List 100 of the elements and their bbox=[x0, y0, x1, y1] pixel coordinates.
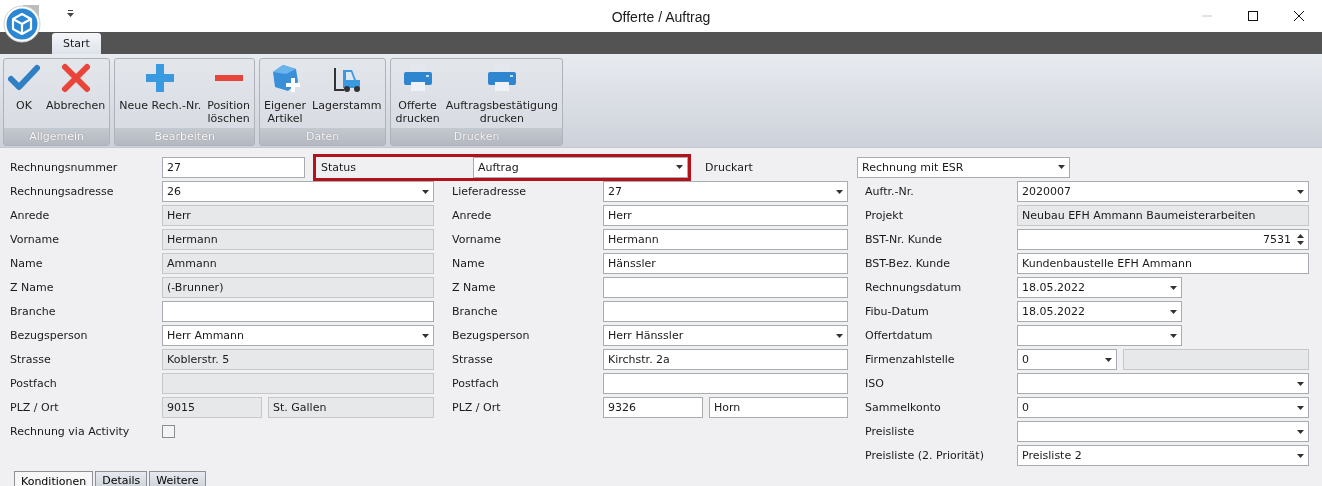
field-label: Strasse bbox=[452, 353, 494, 366]
ribbon-button[interactable]: Lagerstamm bbox=[309, 61, 385, 128]
read-only-field: Hermann bbox=[162, 229, 434, 250]
field-label: Vorname bbox=[452, 233, 502, 246]
field-label: Offertdatum bbox=[865, 329, 934, 342]
dropdown-caret-icon[interactable] bbox=[676, 165, 683, 169]
field-label: Preisliste (2. Priorität) bbox=[865, 449, 985, 462]
input-field[interactable]: 27 bbox=[162, 156, 305, 178]
dropdown-field[interactable]: Herr Hänssler bbox=[603, 325, 848, 346]
dropdown-caret-icon[interactable] bbox=[836, 333, 843, 338]
dropdown-field[interactable]: 2020007 bbox=[1017, 181, 1309, 202]
field-label: PLZ / Ort bbox=[452, 401, 502, 414]
read-only-field: Koblerstr. 5 bbox=[162, 349, 434, 370]
dropdown-caret-icon[interactable] bbox=[422, 189, 429, 194]
input-field[interactable] bbox=[603, 277, 848, 298]
ribbon-button[interactable]: Abbrechen bbox=[43, 61, 109, 128]
dropdown-field[interactable] bbox=[1017, 421, 1309, 442]
number-field[interactable]: 7531 bbox=[1017, 229, 1309, 250]
spinner-icon[interactable] bbox=[1297, 233, 1304, 246]
field-label: Preisliste bbox=[865, 425, 916, 438]
input-field[interactable]: Horn bbox=[709, 397, 848, 418]
quick-access-menu-icon[interactable] bbox=[67, 9, 74, 17]
tab[interactable]: Weitere bbox=[149, 471, 206, 486]
input-field[interactable]: Hermann bbox=[603, 229, 848, 250]
field-label: Anrede bbox=[452, 209, 493, 222]
field-label: Z Name bbox=[452, 281, 497, 294]
read-only-field: Herr bbox=[162, 205, 434, 226]
field-label: Branche bbox=[452, 305, 499, 318]
checkbox[interactable] bbox=[162, 425, 175, 438]
input-field[interactable]: 9326 bbox=[603, 397, 703, 418]
field-label: Bezugsperson bbox=[452, 329, 531, 342]
ribbon-button[interactable]: Eigener Artikel bbox=[261, 61, 310, 128]
plus-icon bbox=[144, 62, 177, 94]
dropdown-field[interactable]: 26 bbox=[162, 181, 434, 202]
tab[interactable]: Details bbox=[95, 471, 148, 486]
field-label: Branche bbox=[10, 305, 57, 318]
dropdown-caret-icon[interactable] bbox=[1297, 189, 1304, 194]
ribbon-button[interactable]: Offerte drucken bbox=[392, 61, 443, 128]
field-label: Rechnung via Activity bbox=[10, 425, 131, 438]
input-field[interactable] bbox=[162, 301, 434, 322]
dropdown-caret-icon[interactable] bbox=[1170, 285, 1177, 290]
dropdown-caret-icon[interactable] bbox=[422, 333, 429, 338]
field-label: Fibu-Datum bbox=[865, 305, 930, 318]
input-field[interactable]: Herr bbox=[603, 205, 848, 226]
group-label: Allgemein bbox=[29, 130, 85, 143]
dropdown-caret-icon[interactable] bbox=[1297, 429, 1304, 434]
field-label: Rechnungsnummer bbox=[10, 160, 119, 174]
field-label: Postfach bbox=[10, 377, 58, 390]
input-field[interactable] bbox=[603, 301, 848, 322]
dropdown-field[interactable]: 0 bbox=[1017, 397, 1309, 418]
date-field[interactable]: 18.05.2022 bbox=[1017, 277, 1182, 298]
dropdown-field[interactable]: 0 bbox=[1017, 349, 1117, 370]
input-field[interactable]: Kirchstr. 2a bbox=[603, 349, 848, 370]
cross-icon bbox=[59, 62, 92, 94]
dropdown-field[interactable]: Herr Ammann bbox=[162, 325, 434, 346]
field-label: BST-Bez. Kunde bbox=[865, 257, 952, 270]
dropdown-caret-icon[interactable] bbox=[836, 189, 843, 194]
dropdown-caret-icon[interactable] bbox=[1170, 309, 1177, 314]
field-label: Vorname bbox=[10, 233, 60, 246]
ribbon-tab[interactable]: Start bbox=[52, 33, 101, 54]
group-label: Daten bbox=[306, 130, 340, 143]
field-label: ISO bbox=[865, 377, 885, 390]
dropdown-field[interactable]: Rechnung mit ESR bbox=[857, 156, 1070, 178]
field-label: Name bbox=[10, 257, 44, 270]
dropdown-caret-icon[interactable] bbox=[1297, 453, 1304, 458]
dropdown-field[interactable] bbox=[1017, 373, 1309, 394]
field-label: Z Name bbox=[10, 281, 55, 294]
dropdown-field[interactable]: Preisliste 2 bbox=[1017, 445, 1309, 466]
tab[interactable]: Konditionen bbox=[14, 471, 94, 486]
group-label: Bearbeiten bbox=[154, 130, 215, 143]
dropdown-field[interactable]: Auftrag bbox=[473, 156, 688, 178]
dropdown-caret-icon[interactable] bbox=[1297, 405, 1304, 410]
read-only-field: Neubau EFH Ammann Baumeisterarbeiten bbox=[1017, 205, 1309, 226]
field-label: PLZ / Ort bbox=[10, 401, 60, 414]
dropdown-caret-icon[interactable] bbox=[1297, 381, 1304, 386]
field-label: Status bbox=[321, 160, 358, 174]
dropdown-caret-icon[interactable] bbox=[1105, 357, 1112, 362]
date-field[interactable]: 18.05.2022 bbox=[1017, 301, 1182, 322]
minus-icon bbox=[214, 75, 243, 81]
ribbon-button[interactable]: Auftragsbestätigung drucken bbox=[442, 61, 561, 128]
ribbon-button[interactable]: Neue Rech.-Nr. bbox=[116, 61, 205, 128]
field-label: Strasse bbox=[10, 353, 52, 366]
input-field[interactable] bbox=[603, 373, 848, 394]
dropdown-caret-icon[interactable] bbox=[1058, 165, 1065, 169]
field-label: Rechnungsdatum bbox=[865, 281, 963, 294]
input-field[interactable]: Kundenbaustelle EFH Ammann bbox=[1017, 253, 1309, 274]
dropdown-caret-icon[interactable] bbox=[1170, 333, 1177, 338]
field-label: Rechnungsadresse bbox=[10, 185, 115, 198]
group-label: Drucken bbox=[453, 130, 500, 143]
ribbon-button[interactable]: Position löschen bbox=[204, 61, 253, 128]
field-label: Auftr.-Nr. bbox=[865, 185, 915, 198]
ribbon-button[interactable]: OK bbox=[5, 61, 43, 128]
field-label: Sammelkonto bbox=[865, 401, 942, 414]
field-label: Name bbox=[452, 257, 486, 270]
field-label: BST-Nr. Kunde bbox=[865, 233, 944, 246]
input-field[interactable]: Hänssler bbox=[603, 253, 848, 274]
date-field[interactable] bbox=[1017, 325, 1182, 346]
field-label: Lieferadresse bbox=[452, 185, 528, 198]
dropdown-field[interactable]: 27 bbox=[603, 181, 848, 202]
field-label: Bezugsperson bbox=[10, 329, 89, 342]
